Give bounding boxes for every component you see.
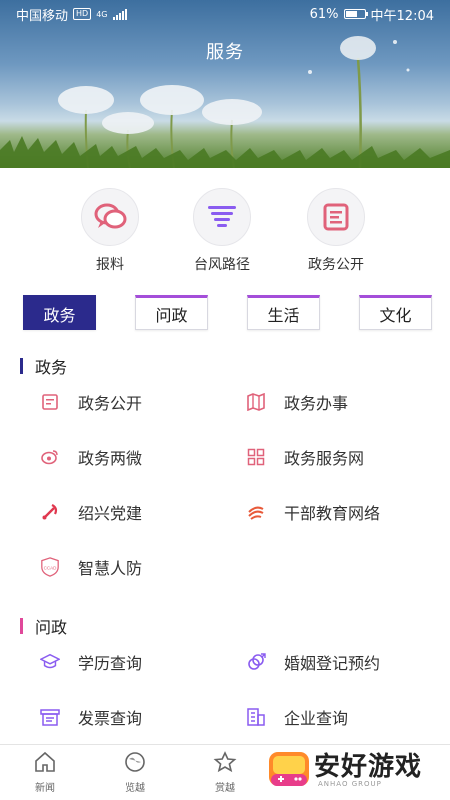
quick-gov-open-label: 政务公开 xyxy=(308,257,364,273)
document-icon xyxy=(307,188,365,246)
tab-wenzheng[interactable]: 问政 xyxy=(135,295,208,330)
nav-browse[interactable]: 览越 xyxy=(105,751,165,794)
star-icon xyxy=(213,751,237,777)
signal-icon xyxy=(112,8,127,20)
quick-typhoon-label: 台风路径 xyxy=(194,257,250,273)
service-cadre-education[interactable]: 干部教育网络 xyxy=(246,497,380,527)
service-label: 政务两微 xyxy=(78,449,143,468)
service-smart-civil-defense[interactable]: CCAD 智慧人防 xyxy=(40,552,142,582)
tab-wenhua[interactable]: 文化 xyxy=(359,295,432,330)
category-tabs: 政务 问政 生活 文化 xyxy=(0,295,450,331)
service-enterprise-query[interactable]: 企业查询 xyxy=(246,702,348,732)
section-accent-bar xyxy=(20,358,23,374)
service-label: 婚姻登记预约 xyxy=(284,654,381,673)
tab-shenghuo[interactable]: 生活 xyxy=(247,295,320,330)
service-label: 发票查询 xyxy=(78,709,143,728)
graduation-cap-icon xyxy=(40,652,60,672)
service-gov-service-net[interactable]: 政务服务网 xyxy=(246,442,364,472)
service-gov-affairs[interactable]: 政务办事 xyxy=(246,387,348,417)
globe-icon xyxy=(123,752,147,777)
service-marriage-booking[interactable]: 婚姻登记预约 xyxy=(246,647,380,677)
quick-typhoon[interactable]: 台风路径 xyxy=(172,188,272,274)
weibo-icon xyxy=(40,447,60,467)
typhoon-icon xyxy=(193,188,251,246)
service-label: 政务办事 xyxy=(284,394,349,413)
service-education-query[interactable]: 学历查询 xyxy=(40,647,142,677)
carrier-label: 中国移动 xyxy=(16,8,69,24)
building-icon xyxy=(246,707,266,727)
service-label: 智慧人防 xyxy=(78,559,143,578)
watermark-subtext: ANHAO GROUP xyxy=(318,780,382,788)
service-gov-open[interactable]: 政务公开 xyxy=(40,387,142,417)
nav-news[interactable]: 新闻 xyxy=(15,751,75,794)
home-icon xyxy=(33,751,57,777)
marriage-icon xyxy=(246,652,266,672)
service-label: 干部教育网络 xyxy=(284,504,381,523)
document-icon xyxy=(40,392,60,412)
service-gov-weibo[interactable]: 政务两微 xyxy=(40,442,142,472)
watermark-text: 安好游戏 xyxy=(314,752,423,782)
nav-browse-label: 览越 xyxy=(125,783,145,794)
quick-report[interactable]: 报料 xyxy=(60,188,160,274)
service-label: 政务公开 xyxy=(78,394,143,413)
hd-badge: HD xyxy=(73,8,92,20)
status-bar: 中国移动 HD 4G 61% 中午12:04 xyxy=(0,0,450,28)
shield-badge-icon: CCAD xyxy=(40,557,60,577)
section-accent-bar xyxy=(20,618,23,634)
clock: 中午12:04 xyxy=(370,8,434,24)
nav-appreciate[interactable]: 赏越 xyxy=(195,751,255,794)
map-icon xyxy=(246,392,266,412)
page-title: 服务 xyxy=(206,42,244,63)
education-network-icon xyxy=(246,502,266,522)
service-label: 学历查询 xyxy=(78,654,143,673)
gamepad-logo-icon xyxy=(269,752,309,786)
battery-icon xyxy=(343,9,368,19)
section-title-text: 政务 xyxy=(35,358,68,377)
chat-bubbles-icon xyxy=(81,188,139,246)
party-emblem-icon xyxy=(40,502,60,522)
service-label: 绍兴党建 xyxy=(78,504,143,523)
watermark-logo: 安好游戏 ANHAO GROUP xyxy=(266,744,446,796)
quick-report-label: 报料 xyxy=(96,257,124,273)
section-title-wenzheng: 问政 xyxy=(20,614,67,638)
network-type: 4G xyxy=(96,9,108,19)
nav-news-label: 新闻 xyxy=(35,783,55,794)
section-title-zhengwu: 政务 xyxy=(20,354,67,378)
battery-percent: 61% xyxy=(309,6,339,22)
nav-appreciate-label: 赏越 xyxy=(215,783,235,794)
quick-gov-open[interactable]: 政务公开 xyxy=(286,188,386,274)
service-party-building[interactable]: 绍兴党建 xyxy=(40,497,142,527)
quick-entry-row: 报料 台风路径 政务公开 xyxy=(0,188,450,278)
service-label: 企业查询 xyxy=(284,709,349,728)
grid-icon xyxy=(246,447,266,467)
section-title-text: 问政 xyxy=(35,618,68,637)
shield-badge-text: CCAD xyxy=(44,566,58,571)
invoice-icon xyxy=(40,707,60,727)
tab-zhengwu[interactable]: 政务 xyxy=(23,295,96,330)
header-banner: 中国移动 HD 4G 61% 中午12:04 服务 xyxy=(0,0,450,168)
service-invoice-query[interactable]: 发票查询 xyxy=(40,702,142,732)
service-label: 政务服务网 xyxy=(284,449,365,468)
